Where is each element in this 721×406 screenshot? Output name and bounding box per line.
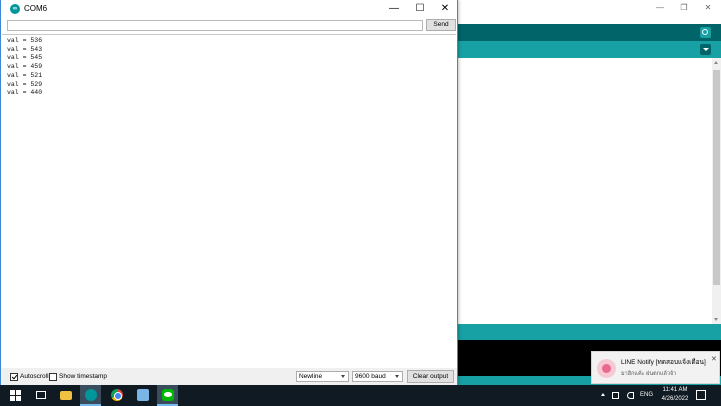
clock[interactable]: 11:41 AM 4/26/2022 bbox=[656, 386, 694, 406]
serial-monitor-icon[interactable] bbox=[700, 27, 711, 38]
arduino-icon bbox=[85, 389, 97, 401]
clear-output-button[interactable]: Clear output bbox=[407, 370, 454, 383]
close-icon[interactable]: ✕ bbox=[435, 2, 455, 15]
line-app-icon bbox=[162, 389, 174, 401]
line-ending-value: Newline bbox=[299, 373, 323, 380]
maximize-icon[interactable]: ☐ bbox=[410, 2, 430, 15]
clock-date: 4/26/2022 bbox=[661, 396, 689, 402]
start-button[interactable] bbox=[0, 385, 30, 406]
arduino-taskbar-button[interactable] bbox=[80, 385, 101, 406]
chrome-taskbar-button[interactable] bbox=[106, 385, 127, 406]
chevron-down-icon bbox=[395, 375, 399, 378]
output-line: val = 536 bbox=[7, 37, 43, 44]
chrome-icon bbox=[111, 389, 123, 401]
line-notification-toast[interactable]: LINE Notify [ทดสอบแจ้งเตือน] มาฮิกแค้ะ ฝ… bbox=[591, 351, 720, 384]
notification-close-icon[interactable]: ✕ bbox=[711, 355, 717, 363]
file-explorer-button[interactable] bbox=[55, 385, 76, 406]
output-line: val = 521 bbox=[7, 71, 43, 79]
output-line: val = 440 bbox=[7, 89, 43, 97]
editor-scrollbar[interactable] bbox=[712, 58, 721, 324]
action-center-icon[interactable] bbox=[696, 390, 706, 400]
tray-chevron-up-icon[interactable] bbox=[601, 393, 605, 396]
timestamp-label: Show timestamp bbox=[59, 373, 108, 380]
serial-bottom-bar: Autoscroll Show timestamp Newline 9600 b… bbox=[1, 368, 457, 385]
send-input[interactable] bbox=[7, 20, 423, 31]
tab-menu-chevron-down-icon[interactable] bbox=[700, 44, 711, 55]
arduino-app-icon: ∞ bbox=[10, 4, 20, 14]
scrollbar-thumb[interactable] bbox=[713, 70, 720, 285]
output-line: val = 459 bbox=[7, 63, 43, 71]
windows-logo-icon bbox=[10, 390, 21, 401]
ide-restore-icon[interactable]: ❐ bbox=[678, 3, 690, 13]
output-line: val = 545 bbox=[7, 54, 43, 62]
window-title: COM6 bbox=[24, 4, 48, 13]
output-line: val = 543 bbox=[7, 45, 43, 53]
task-view-icon bbox=[36, 391, 46, 399]
chevron-down-icon bbox=[341, 375, 345, 378]
notification-avatar-icon bbox=[597, 359, 616, 378]
baud-rate-value: 9600 baud bbox=[355, 373, 386, 380]
scroll-down-arrow-icon[interactable] bbox=[714, 318, 718, 321]
speaker-icon[interactable] bbox=[627, 392, 634, 399]
clock-time: 11:41 AM bbox=[662, 387, 688, 393]
app-taskbar-button[interactable] bbox=[132, 385, 153, 406]
serial-monitor-window: ∞ COM6 — ☐ ✕ Send val = 536 val = 543 va… bbox=[0, 0, 458, 385]
send-button[interactable]: Send bbox=[426, 19, 456, 31]
windows-taskbar: ENG 11:41 AM 4/26/2022 bbox=[0, 385, 721, 406]
line-ending-select[interactable]: Newline bbox=[296, 371, 349, 382]
baud-rate-select[interactable]: 9600 baud bbox=[352, 371, 403, 382]
language-indicator[interactable]: ENG bbox=[640, 392, 653, 406]
output-line: val = 529 bbox=[7, 80, 43, 88]
folder-icon bbox=[60, 391, 72, 400]
serial-titlebar[interactable]: ∞ COM6 — ☐ ✕ bbox=[1, 0, 457, 17]
serial-output[interactable]: val = 536 val = 543 val = 545 val = 459 … bbox=[2, 34, 456, 368]
line-taskbar-button[interactable] bbox=[157, 385, 178, 406]
scroll-up-arrow-icon[interactable] bbox=[714, 61, 718, 64]
minimize-icon[interactable]: — bbox=[384, 2, 404, 15]
autoscroll-label: Autoscroll bbox=[20, 373, 49, 380]
window-app-icon bbox=[137, 389, 149, 401]
ide-minimize-icon[interactable]: — bbox=[654, 3, 666, 13]
timestamp-checkbox[interactable] bbox=[49, 373, 57, 381]
ide-close-icon[interactable]: ✕ bbox=[702, 3, 714, 13]
network-icon[interactable] bbox=[612, 392, 619, 399]
notification-title: LINE Notify [ทดสอบแจ้งเตือน] bbox=[621, 359, 706, 366]
autoscroll-checkbox[interactable] bbox=[10, 373, 18, 381]
notification-body: มาฮิกแค้ะ ฝนตกแล้วจ้า bbox=[621, 371, 677, 377]
task-view-button[interactable] bbox=[30, 385, 52, 406]
